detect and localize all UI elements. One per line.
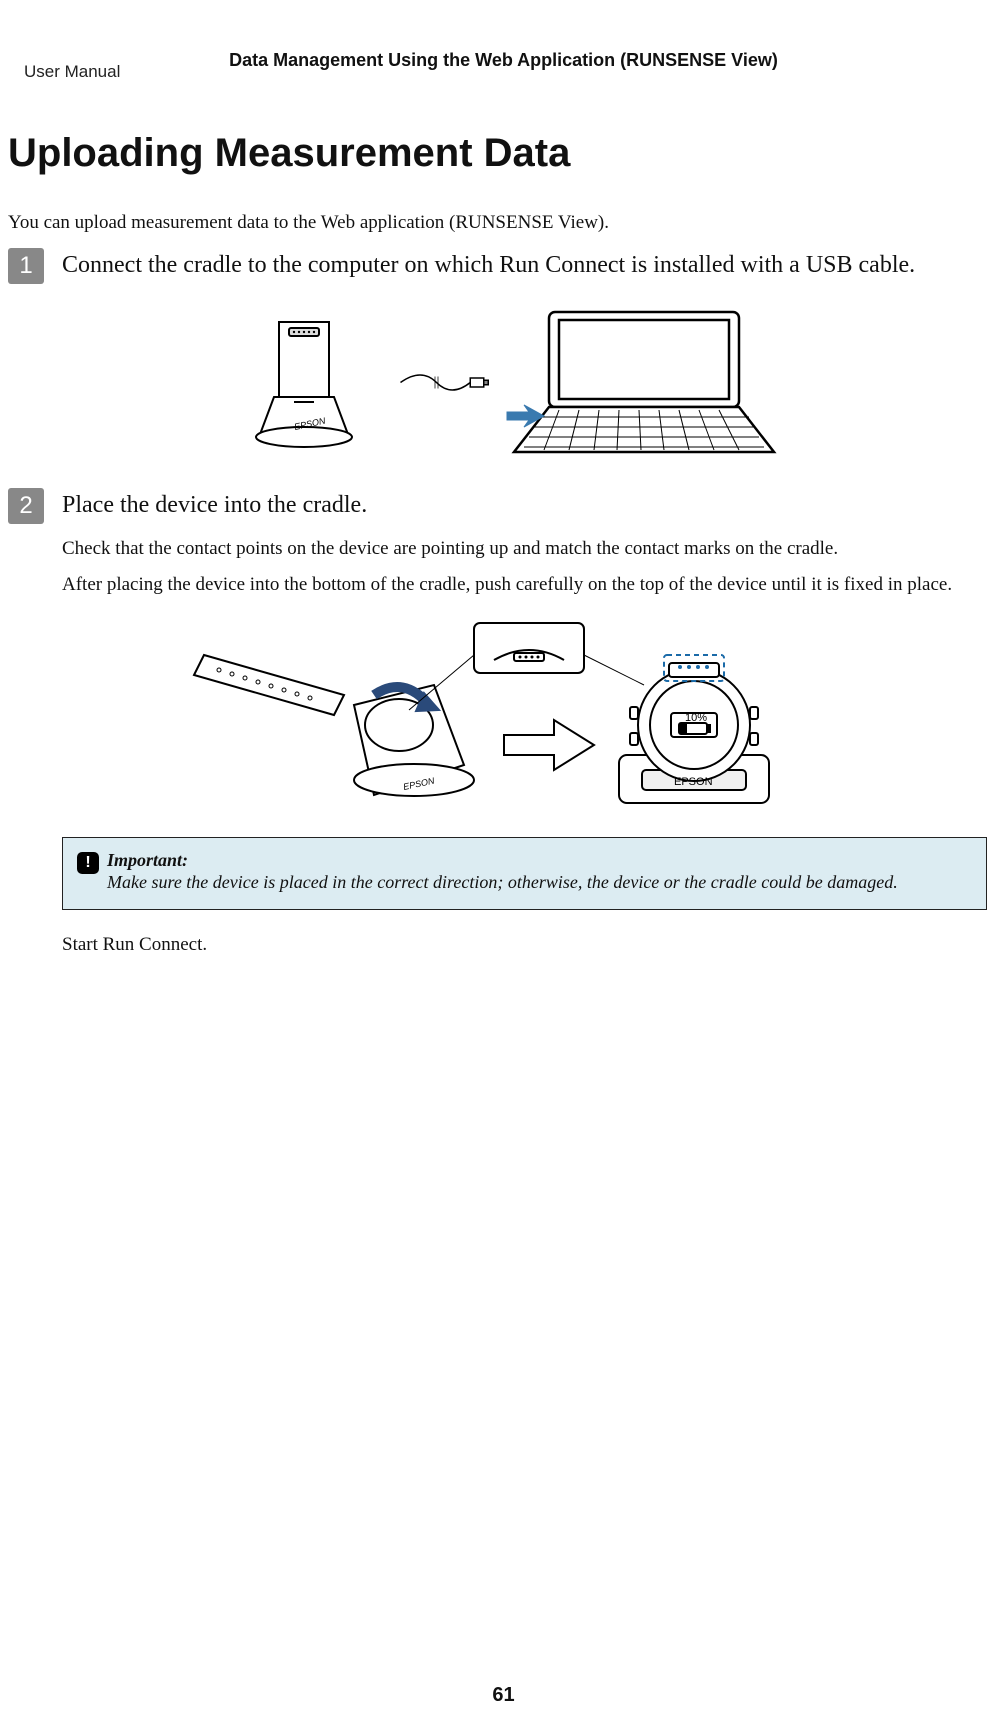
step-2-body: Check that the contact points on the dev… [62,536,987,597]
illustration-device-cradle: EPSON [174,615,834,815]
step-number-badge: 2 [8,488,44,524]
device-brand-label: EPSON [674,776,713,788]
intro-paragraph: You can upload measurement data to the W… [8,212,1007,234]
step-2-body-line-2: After placing the device into the bottom… [62,572,987,598]
step-1: 1 Connect the cradle to the computer on … [8,248,997,284]
step-2-text: Place the device into the cradle. [62,488,367,521]
usb-cable-icon [399,360,489,405]
step-1-text: Connect the cradle to the computer on wh… [62,248,915,281]
step-2: 2 Place the device into the cradle. [8,488,997,524]
arrow-right-icon [504,720,594,770]
important-label: Important: [107,850,972,871]
cradle-icon: EPSON [219,302,389,462]
laptop-icon [499,302,789,462]
important-body: Make sure the device is placed in the co… [107,871,972,894]
after-important-text: Start Run Connect. [62,932,987,958]
step-2-body-line-1: Check that the contact points on the dev… [62,536,987,562]
battery-percent-label: 10% [685,712,707,724]
section-header: Data Management Using the Web Applicatio… [0,50,1007,71]
page-number: 61 [0,1684,1007,1707]
step-number-badge: 1 [8,248,44,284]
document-type-label: User Manual [24,62,120,82]
page-title: Uploading Measurement Data [8,131,1007,176]
important-callout: ! Important: Make sure the device is pla… [62,837,987,909]
important-icon: ! [77,852,99,874]
illustration-cradle-laptop: EPSON [219,302,789,462]
